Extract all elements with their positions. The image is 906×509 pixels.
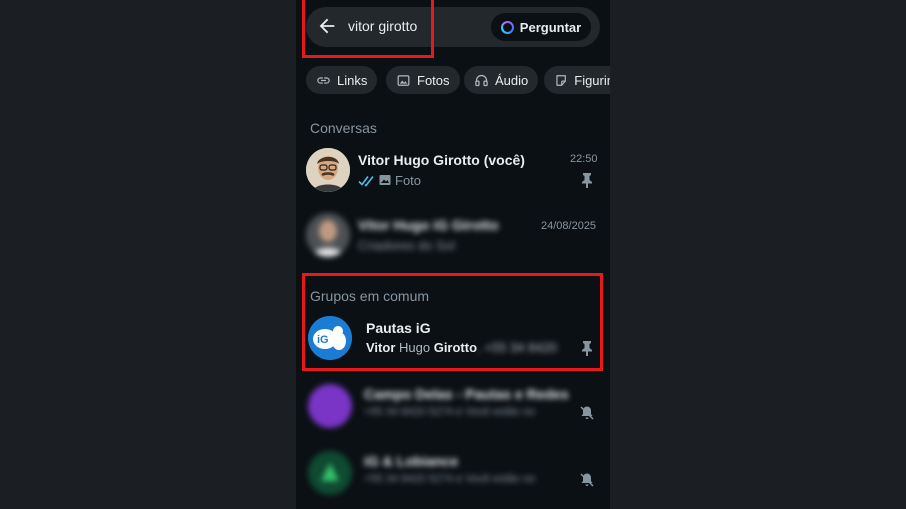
group-avatar bbox=[308, 451, 352, 495]
double-check-icon bbox=[358, 176, 374, 187]
avatar bbox=[306, 148, 350, 192]
link-icon bbox=[317, 76, 330, 84]
muted-bell-icon bbox=[580, 473, 594, 487]
chip-fotos[interactable]: Fotos bbox=[386, 66, 460, 94]
avatar bbox=[306, 213, 350, 257]
chip-label: Figurin bbox=[574, 72, 610, 88]
chat-time: 22:50 bbox=[570, 153, 598, 165]
chip-links[interactable]: Links bbox=[306, 66, 378, 94]
chat-name: Vitor Hugo iG Girotto bbox=[358, 217, 499, 233]
ask-meta-ai-button[interactable]: Perguntar bbox=[491, 13, 591, 41]
headphones-icon bbox=[475, 74, 488, 86]
meta-ai-icon bbox=[501, 21, 514, 34]
image-icon bbox=[379, 175, 391, 185]
chat-time: 24/08/2025 bbox=[541, 220, 597, 232]
chat-preview: Foto bbox=[395, 173, 422, 188]
whatsapp-search-screen: vitor girotto Perguntar Links Fotos Áudi… bbox=[296, 0, 610, 509]
chip-figurinhas[interactable]: Figurin bbox=[544, 66, 610, 94]
chip-label: Links bbox=[337, 72, 368, 88]
group-preview: +55 34 8420 5274 e Você estão no bbox=[364, 406, 535, 418]
highlight-box-search bbox=[302, 0, 434, 58]
image-icon bbox=[397, 74, 410, 86]
pin-icon bbox=[582, 173, 592, 188]
highlight-box-groups bbox=[302, 273, 603, 371]
group-name: iG & Lobiance bbox=[364, 453, 459, 469]
group-preview: +55 34 8420 5274 e Você estão no bbox=[364, 473, 535, 485]
chip-audio[interactable]: Áudio bbox=[464, 66, 539, 94]
chat-name: Vitor Hugo Girotto (você) bbox=[358, 152, 525, 168]
chip-label: Fotos bbox=[417, 72, 450, 88]
group-avatar bbox=[308, 384, 352, 428]
chat-preview: Criadores do Sol bbox=[358, 238, 455, 253]
sticker-icon bbox=[556, 74, 566, 86]
muted-bell-icon bbox=[580, 406, 594, 420]
chip-label: Áudio bbox=[495, 72, 529, 88]
ask-label: Perguntar bbox=[519, 19, 582, 35]
group-name: Campo Delas - Pautas e Redes bbox=[364, 386, 569, 402]
section-heading-conversas: Conversas bbox=[310, 120, 377, 136]
